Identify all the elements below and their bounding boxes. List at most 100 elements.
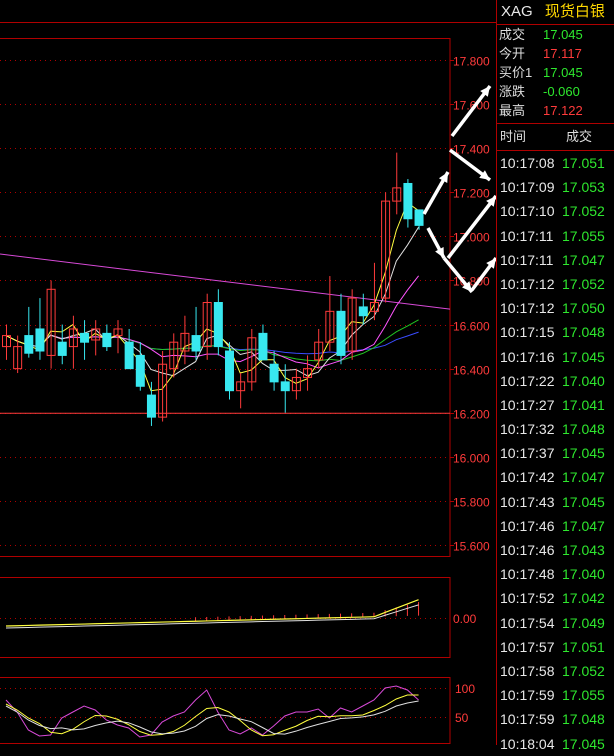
tick-time: 10:17:15	[500, 324, 555, 341]
tick-price: 17.051	[562, 155, 605, 171]
tick-row[interactable]: 10:17:46 17.047	[497, 514, 614, 538]
quote-row-high: 最高 17.122	[497, 101, 614, 120]
price-tick-label: 15.600	[453, 540, 490, 554]
tick-time: 10:17:11	[500, 227, 554, 244]
quote-row-open: 今开 17.117	[497, 44, 614, 63]
tick-time: 10:17:12	[500, 275, 555, 292]
tick-row[interactable]: 10:17:10 17.052	[497, 199, 614, 223]
tick-time: 10:17:58	[500, 662, 555, 679]
tick-price: 17.043	[562, 542, 605, 558]
tick-row[interactable]: 10:17:59 17.055	[497, 683, 614, 707]
quote-summary: 成交 17.045 今开 17.117 买价1 17.045 涨跌 -0.060…	[497, 25, 614, 120]
candle-body	[124, 341, 134, 370]
candle-body	[336, 310, 346, 356]
tick-time: 10:17:48	[500, 566, 555, 583]
ticks-list[interactable]: 10:17:08 17.051 10:17:09 17.053 10:17:10 17.0…	[497, 151, 614, 756]
tick-row[interactable]: 10:17:57 17.051	[497, 635, 614, 659]
tick-price: 17.047	[562, 517, 605, 534]
candle-body	[403, 182, 413, 220]
oscillator-j-line	[5, 700, 419, 735]
price-tick-label: 16.000	[453, 452, 490, 466]
tick-price: 17.045	[562, 445, 605, 462]
tick-row[interactable]: 10:17:15 17.048	[497, 320, 614, 344]
quote-row-last: 成交 17.045	[497, 25, 614, 44]
candle-body	[358, 306, 368, 317]
ma20-line	[5, 319, 419, 362]
tick-row[interactable]: 10:17:27 17.041	[497, 393, 614, 417]
price-panel-frame	[0, 38, 451, 557]
candle-body	[225, 350, 234, 392]
candle-body	[24, 335, 34, 354]
tick-row[interactable]: 10:17:48 17.040	[497, 562, 614, 586]
oscillator-tick-label: 100	[455, 682, 475, 696]
ma30-line	[5, 331, 419, 355]
candle-body	[102, 332, 112, 348]
tick-row[interactable]: 10:17:16 17.045	[497, 345, 614, 369]
ma3-line	[5, 201, 419, 392]
tick-row[interactable]: 10:17:42 17.047	[497, 465, 614, 489]
tick-row[interactable]: 10:17:54 17.049	[497, 611, 614, 635]
tick-price: 17.052	[562, 662, 605, 679]
tick-price: 17.052	[562, 203, 605, 220]
tick-price: 17.048	[562, 711, 605, 728]
quote-label: 成交	[499, 27, 526, 42]
quote-label: 涨跌	[499, 84, 526, 99]
tick-row[interactable]: 10:17:11 17.055	[497, 224, 614, 248]
tick-row[interactable]: 10:17:09 17.053	[497, 175, 614, 199]
tick-row[interactable]: 10:18:04 17.045	[497, 732, 614, 756]
chart-canvas[interactable]: 17.80017.60017.40017.20017.00016.80016.6…	[0, 0, 496, 745]
tick-time: 10:17:59	[500, 687, 555, 704]
price-tick-label: 17.800	[453, 55, 490, 69]
tick-time: 10:17:42	[500, 469, 555, 486]
candle-body	[269, 363, 279, 383]
tick-row[interactable]: 10:17:32 17.048	[497, 417, 614, 441]
tick-time: 10:17:11	[500, 251, 554, 268]
tick-time: 10:17:54	[500, 614, 555, 631]
volume-tick-label: 0.00	[453, 612, 477, 626]
price-tick-label: 16.600	[453, 320, 490, 334]
tick-price: 17.040	[562, 566, 605, 583]
tick-time: 10:17:46	[500, 542, 555, 558]
quote-row-bid: 买价1 17.045	[497, 63, 614, 82]
tick-price: 17.048	[562, 421, 605, 438]
tick-row[interactable]: 10:17:37 17.045	[497, 441, 614, 465]
quote-value: 17.045	[543, 65, 583, 80]
tick-row[interactable]: 10:17:46 17.043	[497, 538, 614, 562]
tick-row[interactable]: 10:17:59 17.048	[497, 707, 614, 731]
tick-row[interactable]: 10:17:12 17.050	[497, 296, 614, 320]
tick-time: 10:17:59	[500, 711, 555, 728]
ma5-line	[5, 226, 420, 377]
tick-price: 17.042	[562, 590, 605, 607]
tick-time: 10:17:09	[500, 179, 555, 196]
tick-row[interactable]: 10:17:52 17.042	[497, 586, 614, 610]
instrument-header[interactable]: XAG 现货白银	[497, 0, 614, 25]
tick-time: 10:17:10	[500, 203, 555, 220]
tick-row[interactable]: 10:17:22 17.040	[497, 369, 614, 393]
candle-body	[258, 332, 268, 361]
instrument-code: XAG	[501, 3, 533, 20]
tick-price: 17.041	[562, 396, 605, 413]
tick-row[interactable]: 10:17:11 17.047	[497, 248, 614, 272]
tick-time: 10:17:27	[500, 396, 555, 413]
quote-value: 17.045	[543, 27, 583, 42]
instrument-name: 现货白银	[544, 3, 605, 20]
tick-price: 17.045	[562, 735, 605, 752]
quote-label: 最高	[499, 103, 526, 118]
tick-price: 17.055	[562, 687, 605, 704]
tick-time: 10:17:08	[500, 155, 555, 171]
tick-price: 17.050	[562, 300, 605, 317]
tick-time: 10:18:04	[500, 735, 555, 752]
tick-price: 17.045	[562, 493, 605, 510]
quote-value: 17.117	[543, 46, 582, 61]
candle-body	[414, 209, 424, 226]
tick-row[interactable]: 10:17:08 17.051	[497, 151, 614, 175]
tick-time: 10:17:46	[500, 517, 555, 534]
chart-area[interactable]: 17.800 17.600 17.400 17.200 17.000 16.800 16.6…	[0, 0, 496, 745]
tick-price: 17.049	[562, 614, 605, 631]
price-tick-label: 16.200	[453, 408, 490, 422]
tick-row[interactable]: 10:17:43 17.045	[497, 490, 614, 514]
tick-price: 17.055	[562, 227, 605, 244]
tick-row[interactable]: 10:17:12 17.052	[497, 272, 614, 296]
tick-row[interactable]: 10:17:58 17.052	[497, 659, 614, 683]
price-tick-label: 16.400	[453, 364, 490, 378]
